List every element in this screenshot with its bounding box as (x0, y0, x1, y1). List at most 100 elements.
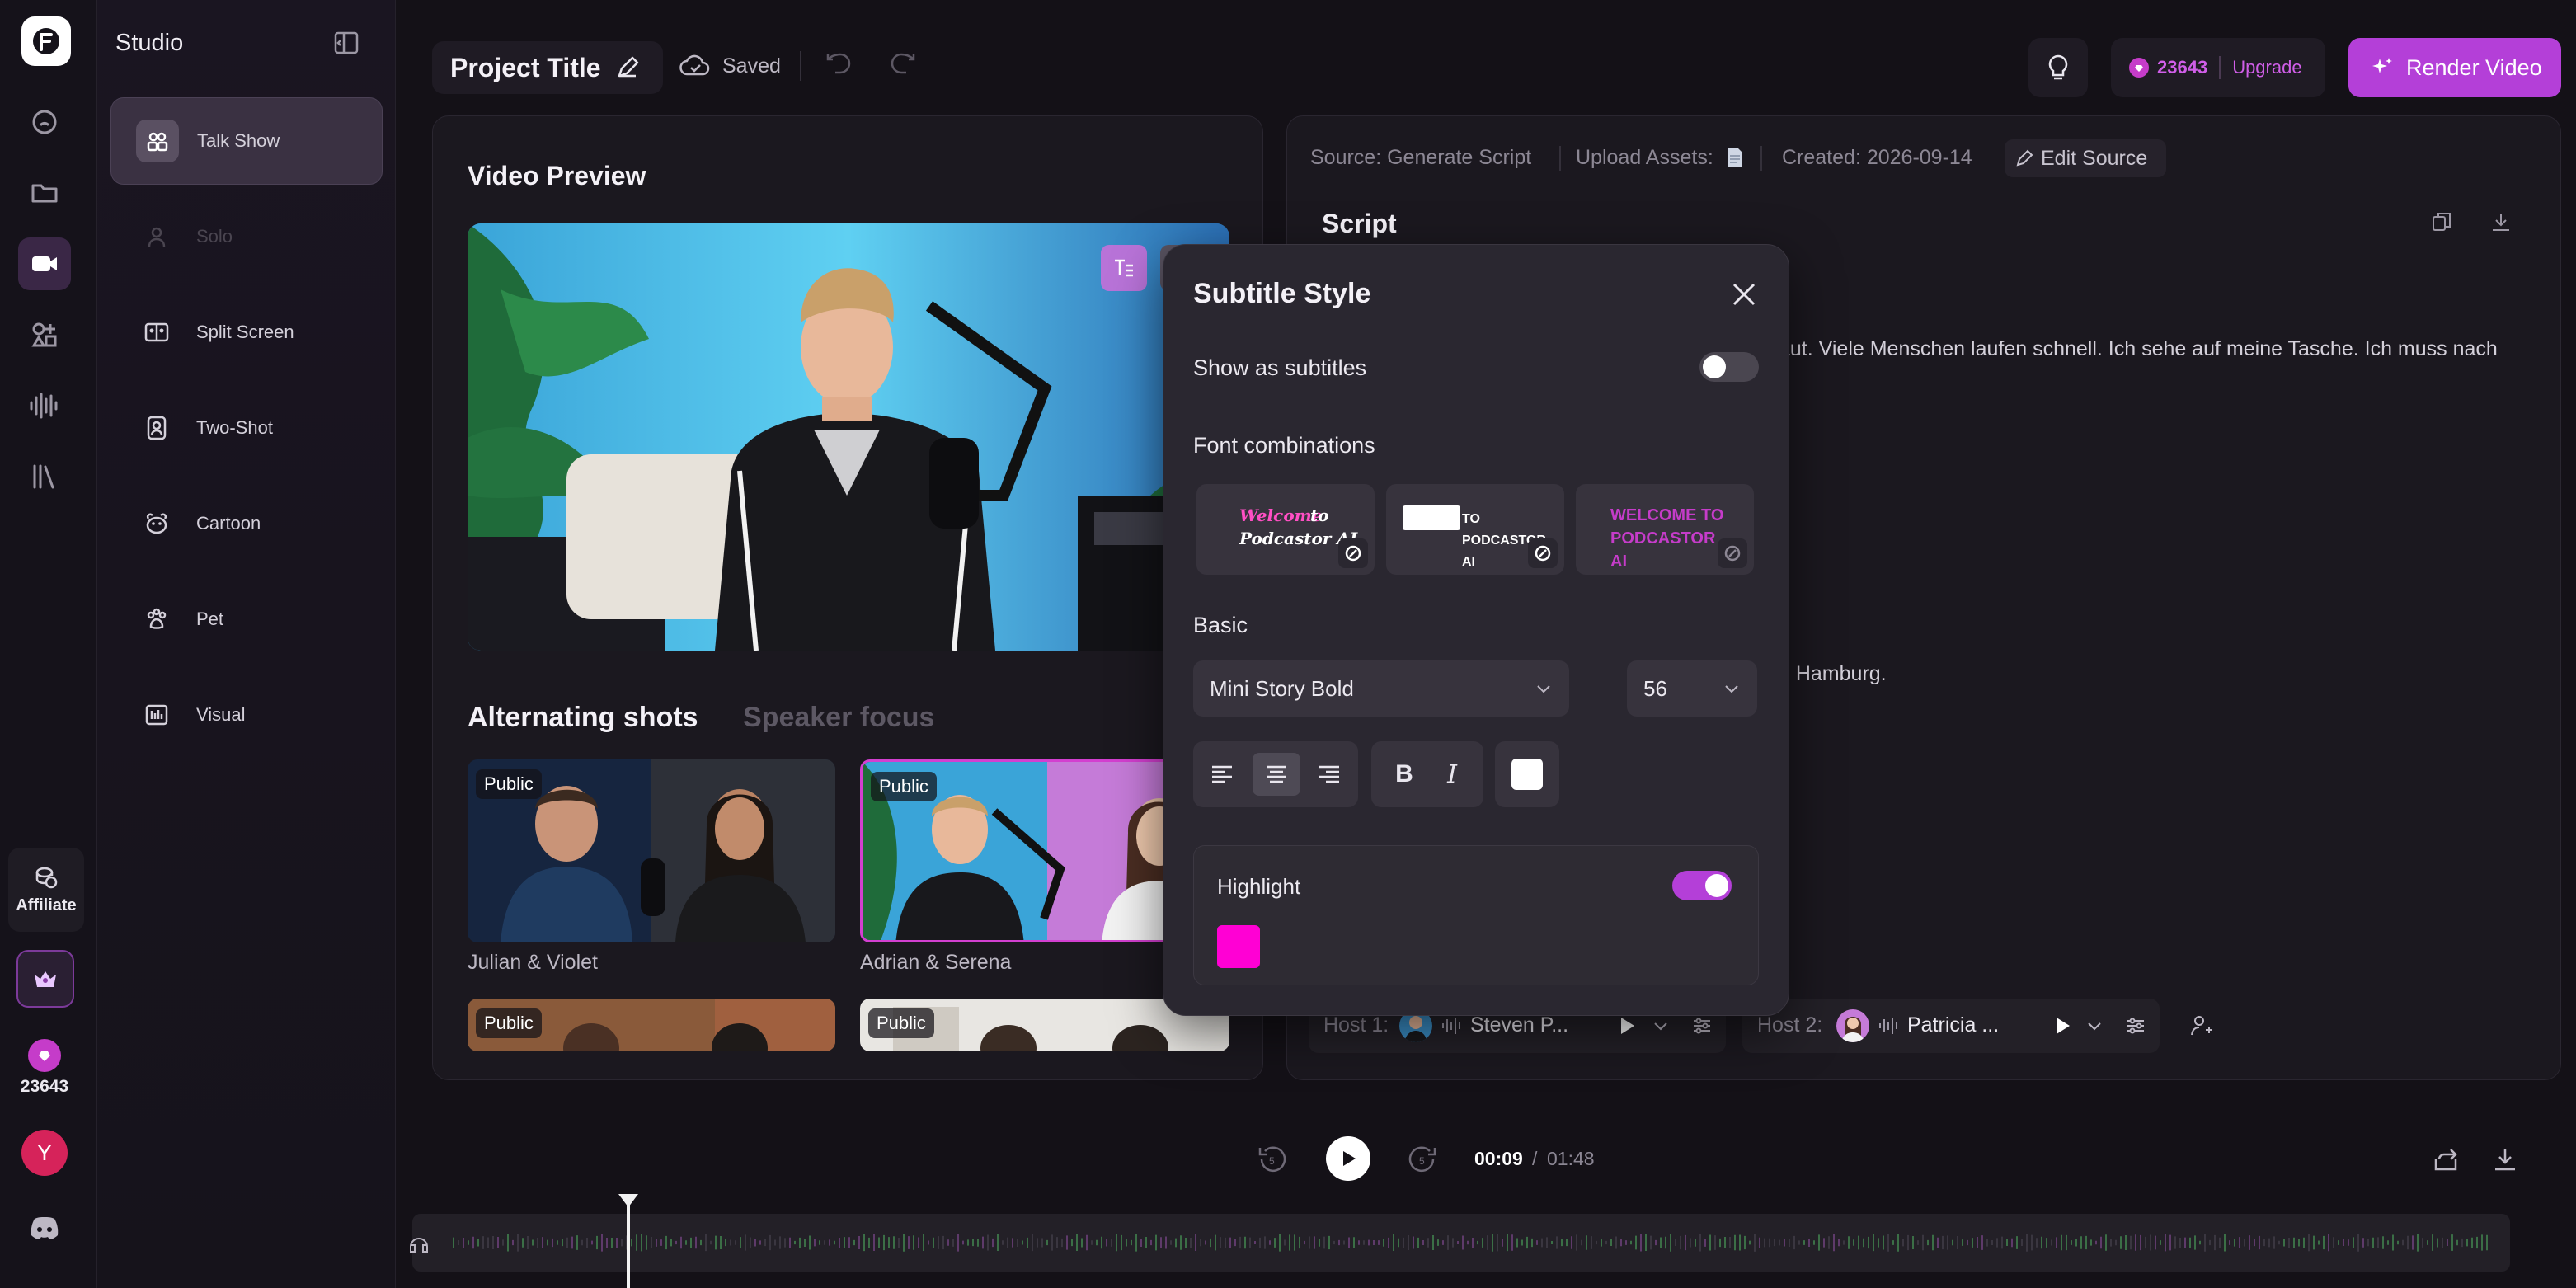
forward-5-icon[interactable]: 5 (1405, 1143, 1438, 1180)
redo-icon[interactable] (887, 51, 917, 85)
font-combo-card-2[interactable]: TO PODCASTOR AI (1386, 484, 1564, 575)
crown-icon (35, 971, 56, 987)
video-preview-image[interactable] (468, 223, 1229, 651)
video-camera-icon[interactable] (18, 237, 71, 290)
tips-button[interactable] (2028, 38, 2088, 97)
render-video-label: Render Video (2406, 54, 2542, 80)
align-left-icon[interactable] (1200, 753, 1244, 796)
download-icon[interactable] (2489, 210, 2513, 237)
play-voice-icon[interactable] (1617, 1015, 1637, 1041)
host2-name: Patricia ... (1907, 1013, 2000, 1037)
app-logo[interactable] (21, 16, 71, 66)
text-color-swatch (1511, 759, 1543, 790)
show-subtitles-toggle[interactable] (1699, 352, 1759, 382)
time-separator: / (1532, 1148, 1538, 1169)
edit-source-label: Edit Source (2041, 146, 2148, 170)
combo3-text: WELCOME TO PODCASTOR AI (1610, 506, 1724, 571)
host1-label: Host 1: (1323, 1013, 1389, 1037)
public-badge: Public (868, 1008, 934, 1038)
saved-status: Saved (722, 54, 781, 78)
chevron-down-icon[interactable] (2085, 1017, 2104, 1039)
tab-speaker-focus[interactable]: Speaker focus (743, 702, 934, 734)
italic-icon[interactable]: I (1431, 753, 1474, 796)
public-badge: Public (871, 772, 937, 801)
font-combinations-label: Font combinations (1193, 433, 1375, 458)
font-style-icon (1528, 538, 1558, 568)
discord-icon[interactable] (28, 1215, 61, 1246)
play-button[interactable] (1326, 1136, 1370, 1181)
play-icon (1343, 1151, 1356, 1166)
cloud-saved-icon (679, 51, 711, 85)
library-icon[interactable] (18, 450, 71, 503)
credits-count: 23643 (20, 1077, 69, 1096)
align-right-icon[interactable] (1307, 753, 1351, 796)
person-icon (135, 215, 178, 258)
upgrade-crown-button[interactable] (16, 950, 74, 1008)
font-combo-card-3[interactable]: WELCOME TO PODCASTOR AI (1576, 484, 1754, 575)
script-text-line[interactable]: aut. Viele Menschen laufen schnell. Ich … (1779, 337, 2498, 361)
show-subtitles-label: Show as subtitles (1193, 355, 1367, 380)
studio-item-pet[interactable]: Pet (110, 576, 383, 663)
render-video-button[interactable]: Render Video (2348, 38, 2561, 97)
font-size-select[interactable]: 56 (1627, 660, 1757, 717)
playhead-handle[interactable] (618, 1194, 638, 1207)
upgrade-link[interactable]: Upgrade (2232, 57, 2301, 78)
copy-icon[interactable] (2430, 210, 2453, 237)
highlight-color-swatch[interactable] (1217, 925, 1260, 968)
bold-icon[interactable]: B (1383, 753, 1426, 796)
rewind-5-icon[interactable]: 5 (1257, 1143, 1290, 1180)
thumb-caption: Adrian & Serena (860, 951, 1012, 974)
studio-item-visual[interactable]: Visual (110, 671, 383, 759)
edit-source-button[interactable]: Edit Source (2005, 139, 2166, 177)
tab-alternating-shots[interactable]: Alternating shots (468, 702, 698, 734)
avatar[interactable]: Y (21, 1130, 68, 1176)
alignment-group (1193, 741, 1358, 807)
affiliate-button[interactable]: Affiliate (8, 848, 84, 932)
studio-sidebar: Studio Talk Show Solo Split Screen Two-S… (97, 0, 396, 1288)
home-icon[interactable] (18, 96, 71, 148)
highlight-toggle[interactable] (1672, 871, 1732, 900)
studio-item-cartoon[interactable]: Cartoon (110, 480, 383, 567)
share-icon[interactable] (2433, 1146, 2461, 1177)
project-title-pill[interactable]: Project Title (432, 41, 663, 94)
voice-settings-icon[interactable] (1691, 1015, 1713, 1041)
document-icon[interactable] (1726, 146, 1744, 173)
highlight-section: Highlight (1193, 845, 1759, 985)
text-style-group: B I (1371, 741, 1483, 807)
studio-item-label: Cartoon (196, 513, 261, 534)
font-family-select[interactable]: Mini Story Bold (1193, 660, 1569, 717)
shapes-icon[interactable] (18, 308, 71, 361)
credits-gem-icon (2129, 58, 2149, 78)
template-thumb-julian-violet[interactable]: Public (468, 759, 835, 942)
edit-pencil-icon[interactable] (614, 54, 641, 81)
subtitle-style-button[interactable] (1101, 245, 1147, 291)
align-center-icon[interactable] (1253, 753, 1300, 796)
split-screen-icon (135, 311, 178, 354)
studio-item-two-shot[interactable]: Two-Shot (110, 384, 383, 472)
voice-waveform-icon (1441, 1015, 1464, 1041)
template-thumb[interactable]: Public (468, 999, 835, 1051)
playhead[interactable] (627, 1199, 630, 1288)
font-combo-card-1[interactable]: Welcome to Podcastor AI (1196, 484, 1375, 575)
close-icon[interactable] (1729, 280, 1759, 313)
host2-selector[interactable]: Host 2: Patricia ... (1742, 999, 2160, 1053)
voice-settings-icon[interactable] (2125, 1015, 2146, 1041)
chevron-down-icon (1537, 685, 1550, 693)
upload-assets-label: Upload Assets: (1576, 146, 1713, 169)
waveform-icon[interactable] (18, 379, 71, 432)
studio-item-split-screen[interactable]: Split Screen (110, 289, 383, 376)
play-voice-icon[interactable] (2052, 1015, 2072, 1041)
folder-icon[interactable] (18, 167, 71, 219)
download-icon[interactable] (2492, 1146, 2518, 1177)
credits-upgrade-pill[interactable]: 23643 Upgrade (2111, 38, 2325, 97)
collapse-sidebar-icon[interactable] (333, 30, 360, 60)
studio-item-label: Solo (196, 226, 233, 247)
chevron-down-icon[interactable] (1652, 1017, 1670, 1039)
add-host-icon[interactable] (2189, 1013, 2214, 1042)
audio-waveform-track[interactable] (412, 1214, 2510, 1272)
undo-icon[interactable] (825, 51, 854, 85)
text-color-button[interactable] (1495, 741, 1559, 807)
modal-title: Subtitle Style (1193, 278, 1371, 309)
studio-item-talk-show[interactable]: Talk Show (110, 97, 383, 185)
script-text-line[interactable]: h Hamburg. (1779, 662, 1887, 686)
